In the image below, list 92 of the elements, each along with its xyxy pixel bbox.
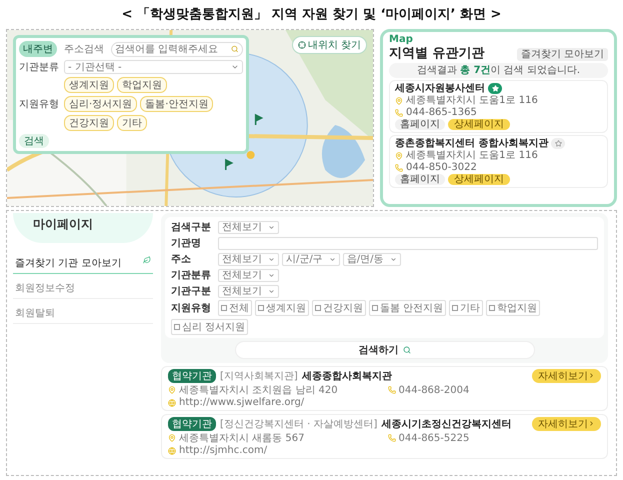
field-label: 지원유형 (19, 98, 60, 111)
filter-chip[interactable]: 기타 (117, 115, 147, 131)
phone-text: 044-865-5225 (398, 432, 470, 444)
chevron-down-icon (328, 256, 336, 262)
url-link[interactable]: http://www.sjwelfare.org/ (179, 397, 304, 408)
input-field[interactable] (218, 236, 598, 250)
organization-name: 종촌종합복지센터 종합사회복지관 (395, 138, 548, 150)
location-pin-icon (168, 386, 176, 394)
address-text: 세종특별자치시 도움1로 116 (406, 95, 538, 106)
filter-chip[interactable]: 건강지원 (64, 115, 114, 131)
chevron-down-icon (268, 224, 275, 230)
url-link[interactable]: http://sjmhc.com/ (179, 445, 268, 456)
homepage-button[interactable]: 홈페이지 (395, 119, 445, 130)
field-label: 주소 (171, 253, 192, 266)
select-field[interactable]: 전체보기 (218, 220, 279, 234)
globe-icon (168, 446, 176, 454)
phone-icon (395, 164, 403, 172)
checkbox[interactable]: 기타 (449, 300, 484, 316)
crosshair-icon (298, 41, 306, 49)
phone-icon (388, 386, 396, 394)
field-label: 기관명 (171, 237, 202, 250)
sidebar-item[interactable]: 회원탈퇴 (13, 303, 153, 324)
location-pin-icon (395, 152, 403, 160)
details-button[interactable]: 자세히보기 (532, 369, 601, 383)
organization-name: 세종시자원봉사센터 (395, 83, 485, 94)
sidebar-item[interactable]: 즐겨찾기 기관 모아보기 (13, 253, 153, 274)
details-button[interactable]: 자세히보기 (532, 417, 601, 431)
field-label: 기관구분 (171, 285, 212, 298)
chevron-down-icon (390, 256, 396, 262)
status-badge: 협약기관 (168, 417, 216, 431)
address-text: 세종특별자치시 새롬동 567 (179, 432, 304, 445)
result-count-text: 검색결과 총 7건이 검색 되었습니다. (389, 63, 608, 78)
search-icon (231, 45, 239, 53)
phone-text: 044-868-2004 (398, 384, 470, 396)
figure-caption: < 「학생맞춤통합지원」 지역 자원 찾기 및 ‘마이페이지’ 화면 > (120, 6, 502, 24)
address-text: 세종특별자치시 도움1로 116 (406, 150, 538, 162)
checkbox[interactable]: 학업지원 (486, 300, 540, 316)
page-title: 마이페이지 (13, 213, 153, 243)
filter-chip[interactable]: 돌봄·안전지원 (140, 96, 214, 112)
panel-title: 지역별 유관기관 (389, 47, 485, 62)
organization-name: 세종종합사회복지관 (302, 370, 392, 383)
select-field[interactable]: 전체보기 (218, 284, 279, 298)
chevron-right-icon (588, 372, 595, 379)
phone-text: 044-865-1365 (406, 107, 477, 118)
detail-button[interactable]: 상세페이지 (448, 174, 510, 186)
organization-name: 세종시기초정신건강복지센터 (381, 418, 512, 431)
filter-chip[interactable]: 학업지원 (117, 77, 167, 93)
sidebar-item[interactable]: 회원정보수정 (13, 278, 153, 299)
select-field[interactable]: 시/군/구 (282, 252, 340, 266)
status-badge: 협약기관 (168, 369, 216, 383)
chevron-down-icon (231, 63, 239, 71)
search-icon (402, 346, 410, 354)
checkbox[interactable]: 건강지원 (312, 300, 366, 316)
checkbox[interactable]: 생계지원 (255, 300, 309, 316)
field-label: 검색구분 (171, 221, 212, 234)
phone-icon (395, 108, 403, 117)
favorites-button[interactable]: 즐겨찾기 모아보기 (516, 48, 608, 61)
filter-chip[interactable]: 심리·정서지원 (64, 96, 138, 112)
chevron-down-icon (268, 256, 275, 262)
leaf-icon (143, 256, 151, 264)
filter-chip[interactable]: 생계지원 (64, 77, 114, 93)
select-field[interactable]: 전체보기 (218, 252, 279, 266)
chevron-down-icon (268, 272, 275, 278)
favorite-icon[interactable] (488, 83, 502, 94)
phone-icon (388, 434, 396, 442)
search-button[interactable]: 검색 (19, 134, 49, 148)
map-label: Map (389, 34, 414, 45)
select-field[interactable]: 읍/면/동 (342, 252, 400, 266)
chevron-down-icon (268, 288, 275, 294)
search-field[interactable]: 검색어를 입력해주세요 (111, 42, 243, 56)
phone-text: 044-850-3022 (406, 162, 477, 174)
favorite-icon[interactable] (551, 138, 566, 150)
address-text: 세종특별자치시 조치원읍 남리 420 (179, 384, 338, 397)
my-location-button[interactable]: 내위치 찾기 (292, 36, 367, 54)
checkbox[interactable]: 전체 (218, 300, 252, 316)
chevron-right-icon (588, 420, 595, 427)
field-label: 기관분류 (19, 61, 60, 74)
category-dropdown[interactable]: - 기관선택 - (64, 60, 243, 74)
globe-icon (168, 398, 176, 406)
category-text: [정신건강복지센터 · 자살예방센터] (220, 418, 378, 431)
tab[interactable]: 내주변 (19, 41, 57, 57)
field-label: 기관분류 (171, 269, 212, 282)
select-field[interactable]: 전체보기 (218, 268, 279, 282)
detail-button[interactable]: 상세페이지 (448, 119, 510, 130)
location-pin-icon (395, 96, 403, 105)
field-label: 지원유형 (171, 302, 212, 315)
homepage-button[interactable]: 홈페이지 (395, 174, 445, 186)
location-pin-icon (168, 434, 176, 442)
category-text: [지역사회복지관] (220, 370, 298, 383)
checkbox[interactable]: 심리 정서지원 (171, 319, 248, 335)
search-button[interactable]: 검색하기 (234, 341, 534, 359)
checkbox[interactable]: 돌봄 안전지원 (369, 300, 446, 316)
